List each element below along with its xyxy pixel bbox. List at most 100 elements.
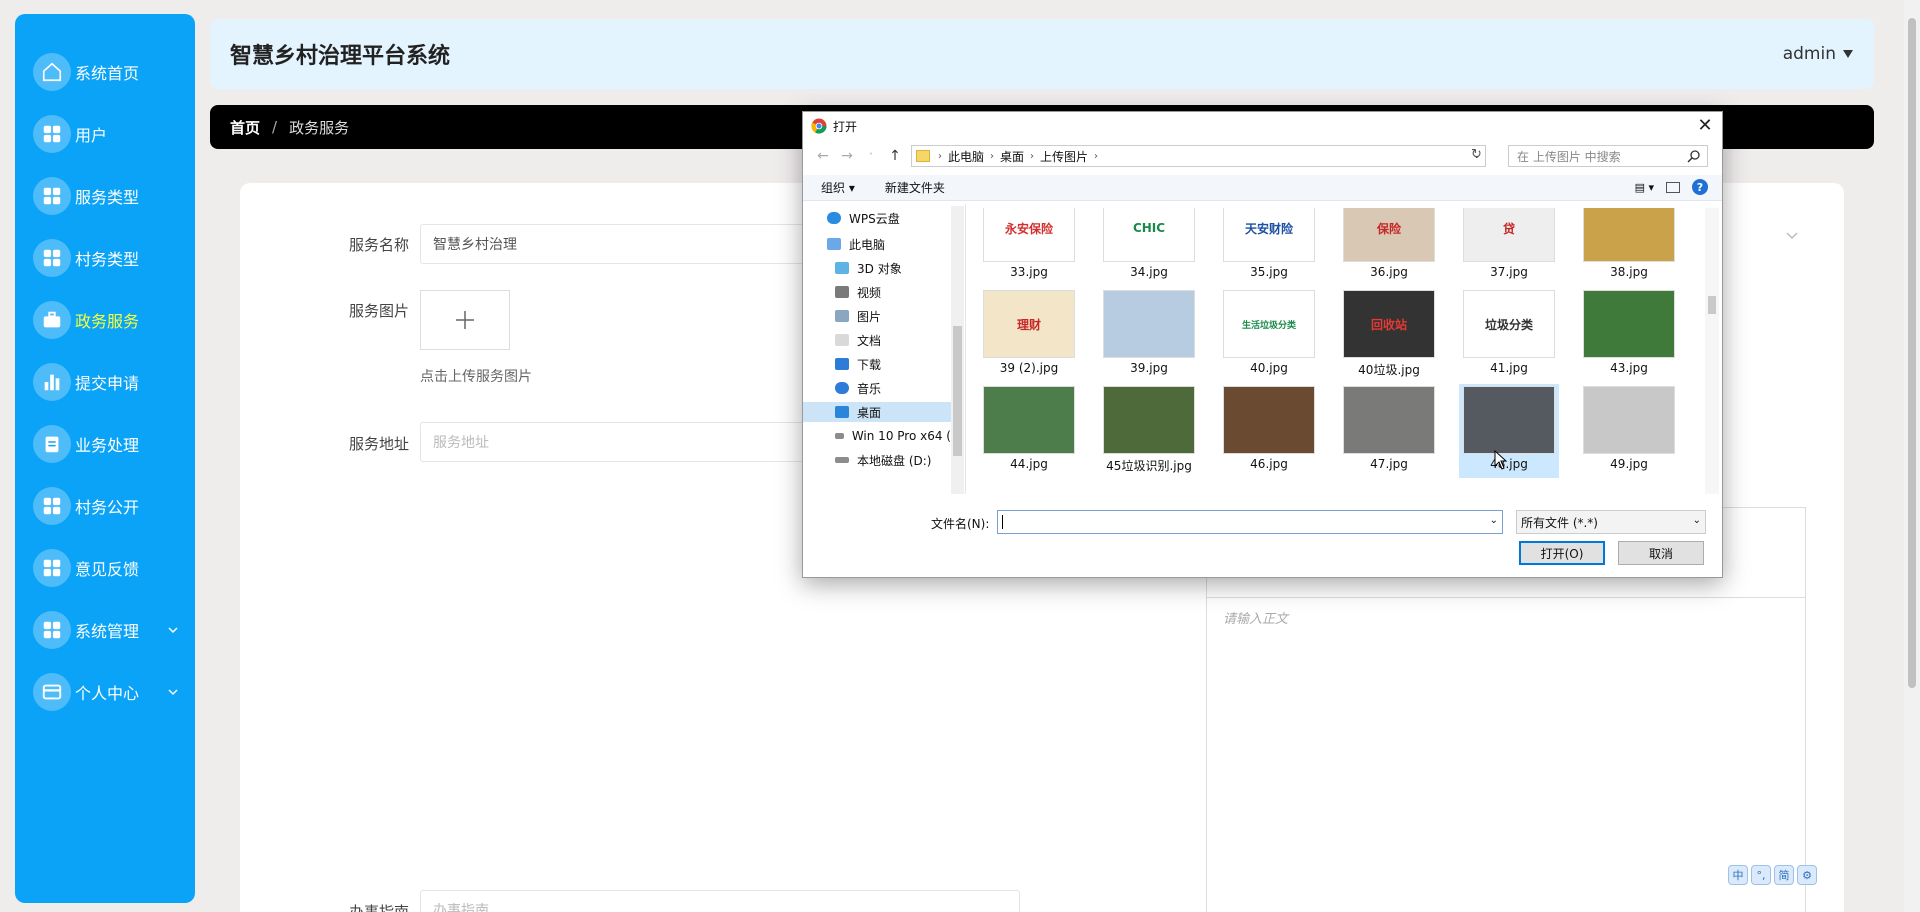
- tree-scrollbar[interactable]: [951, 206, 964, 494]
- file-item[interactable]: 贷 37.jpg: [1459, 208, 1559, 279]
- tree-item[interactable]: 下载: [835, 354, 881, 374]
- nav-label: 提交申请: [75, 374, 140, 393]
- view-options-icon[interactable]: ▤ ▾: [1635, 181, 1654, 194]
- breadcrumb-home[interactable]: 首页: [230, 117, 260, 138]
- cancel-button[interactable]: 取消: [1618, 541, 1704, 565]
- refresh-icon[interactable]: ↻: [1471, 147, 1482, 162]
- nav-feedback[interactable]: 意见反馈: [15, 537, 195, 599]
- organize-button[interactable]: 组织 ▾: [821, 179, 855, 196]
- tree-label: 桌面: [857, 405, 882, 420]
- tree-item[interactable]: 音乐: [835, 378, 881, 398]
- page-scrollbar[interactable]: [1904, 0, 1920, 912]
- grid-icon: [33, 611, 71, 649]
- file-item[interactable]: CHIC 34.jpg: [1099, 208, 1199, 279]
- drive-icon: [835, 457, 849, 463]
- tree-item[interactable]: 3D 对象: [835, 258, 902, 278]
- user-menu[interactable]: admin: [1783, 44, 1854, 64]
- sidebar: 系统首页 用户 服务类型 村务类型 政务服务 提交申请 业务处理 村务公开 意见…: [15, 14, 195, 903]
- file-item[interactable]: 天安财险 35.jpg: [1219, 208, 1319, 279]
- file-item[interactable]: 45垃圾识别.jpg: [1099, 386, 1199, 474]
- ime-punctuation-icon[interactable]: °,: [1751, 865, 1771, 885]
- file-name: 47.jpg: [1370, 457, 1408, 471]
- up-icon[interactable]: ↑: [883, 148, 907, 164]
- recent-icon[interactable]: ˅: [859, 152, 883, 161]
- tree-item-desktop[interactable]: 桌面: [803, 402, 951, 422]
- help-icon[interactable]: ?: [1692, 179, 1708, 195]
- scroll-thumb[interactable]: [953, 326, 962, 456]
- file-thumbnail: 贷: [1463, 208, 1555, 262]
- path-desktop[interactable]: 桌面: [1000, 148, 1024, 165]
- file-item[interactable]: 46.jpg: [1219, 386, 1319, 471]
- file-thumbnail: CHIC: [1103, 208, 1195, 262]
- tree-item[interactable]: 图片: [835, 306, 881, 326]
- file-item[interactable]: 49.jpg: [1579, 386, 1679, 471]
- file-item[interactable]: 47.jpg: [1339, 386, 1439, 471]
- documents-icon: [835, 334, 849, 346]
- file-item-selected[interactable]: 48.jpg: [1459, 384, 1559, 478]
- filename-input[interactable]: ⌄: [997, 510, 1503, 534]
- file-thumbnail: 永安保险: [983, 208, 1075, 262]
- chevron-down-icon: [168, 627, 178, 634]
- bar-chart-icon: [33, 363, 71, 401]
- file-item[interactable]: 43.jpg: [1579, 290, 1679, 375]
- scroll-thumb[interactable]: [1708, 296, 1716, 314]
- chevron-down-icon[interactable]: [1780, 225, 1804, 245]
- tree-item[interactable]: 视频: [835, 282, 881, 302]
- nav-submit-application[interactable]: 提交申请: [15, 351, 195, 413]
- file-item[interactable]: 44.jpg: [979, 386, 1079, 471]
- nav-gov-services[interactable]: 政务服务: [15, 289, 195, 351]
- file-thumbnail: 天安财险: [1223, 208, 1315, 262]
- editor-placeholder: 请输入正文: [1223, 612, 1289, 627]
- open-button[interactable]: 打开(O): [1519, 541, 1605, 565]
- file-item[interactable]: 理财 39 (2).jpg: [979, 290, 1079, 375]
- path-upload-folder[interactable]: 上传图片: [1040, 148, 1088, 165]
- file-item[interactable]: 垃圾分类 41.jpg: [1459, 290, 1559, 375]
- file-item[interactable]: 永安保险 33.jpg: [979, 208, 1079, 279]
- file-item[interactable]: 保险 36.jpg: [1339, 208, 1439, 279]
- path-separator: ›: [990, 150, 995, 162]
- forward-icon[interactable]: →: [835, 148, 859, 164]
- close-icon[interactable]: ✕: [1694, 114, 1716, 136]
- file-item[interactable]: 38.jpg: [1579, 208, 1679, 279]
- nav-village-affairs[interactable]: 村务公开: [15, 475, 195, 537]
- ime-settings-icon[interactable]: ⚙: [1797, 865, 1817, 885]
- ime-toolbar: 中 °, 简 ⚙: [1728, 865, 1817, 885]
- guide-input[interactable]: 办事指南: [420, 890, 1020, 912]
- folder-search-input[interactable]: 在 上传图片 中搜索: [1508, 145, 1708, 167]
- nav-system-management[interactable]: 系统管理: [15, 599, 195, 661]
- tree-item[interactable]: Win 10 Pro x64 (: [835, 426, 951, 446]
- nav-home[interactable]: 系统首页: [15, 41, 195, 103]
- file-type-select[interactable]: 所有文件 (*.*) ⌄: [1516, 510, 1706, 534]
- tree-item[interactable]: 文档: [835, 330, 881, 350]
- back-icon[interactable]: ←: [811, 148, 835, 164]
- nav-label: 意见反馈: [75, 560, 140, 579]
- nav-users[interactable]: 用户: [15, 103, 195, 165]
- new-folder-button[interactable]: 新建文件夹: [885, 179, 945, 196]
- tree-item[interactable]: 此电脑: [827, 234, 885, 254]
- ime-chinese-icon[interactable]: 中: [1728, 865, 1748, 885]
- chevron-down-icon[interactable]: ⌄: [1490, 515, 1498, 526]
- nav-service-types[interactable]: 服务类型: [15, 165, 195, 227]
- path-box[interactable]: › 此电脑 › 桌面 › 上传图片 › ⌄: [911, 145, 1486, 167]
- grid-icon: [33, 177, 71, 215]
- desktop-icon: [835, 406, 849, 418]
- nav-business-processing[interactable]: 业务处理: [15, 413, 195, 475]
- file-name: 49.jpg: [1610, 457, 1648, 471]
- tree-item[interactable]: 本地磁盘 (D:): [835, 450, 931, 470]
- tree-label: 本地磁盘 (D:): [857, 453, 932, 468]
- file-grid-scrollbar[interactable]: [1705, 208, 1719, 494]
- path-this-pc[interactable]: 此电脑: [948, 148, 984, 165]
- nav-personal-center[interactable]: 个人中心: [15, 661, 195, 723]
- nav-village-types[interactable]: 村务类型: [15, 227, 195, 289]
- image-upload-box[interactable]: [420, 290, 510, 350]
- ime-simplified-icon[interactable]: 简: [1774, 865, 1794, 885]
- file-name: 43.jpg: [1610, 361, 1648, 375]
- nav-label: 系统管理: [75, 622, 140, 641]
- tree-item[interactable]: WPS云盘: [827, 208, 900, 228]
- file-item[interactable]: 生活垃圾分类 40.jpg: [1219, 290, 1319, 375]
- preview-pane-icon[interactable]: [1666, 181, 1680, 193]
- scroll-thumb[interactable]: [1908, 18, 1916, 688]
- cloud-icon: [827, 212, 841, 224]
- file-item[interactable]: 回收站 40垃圾.jpg: [1339, 290, 1439, 378]
- file-item[interactable]: 39.jpg: [1099, 290, 1199, 375]
